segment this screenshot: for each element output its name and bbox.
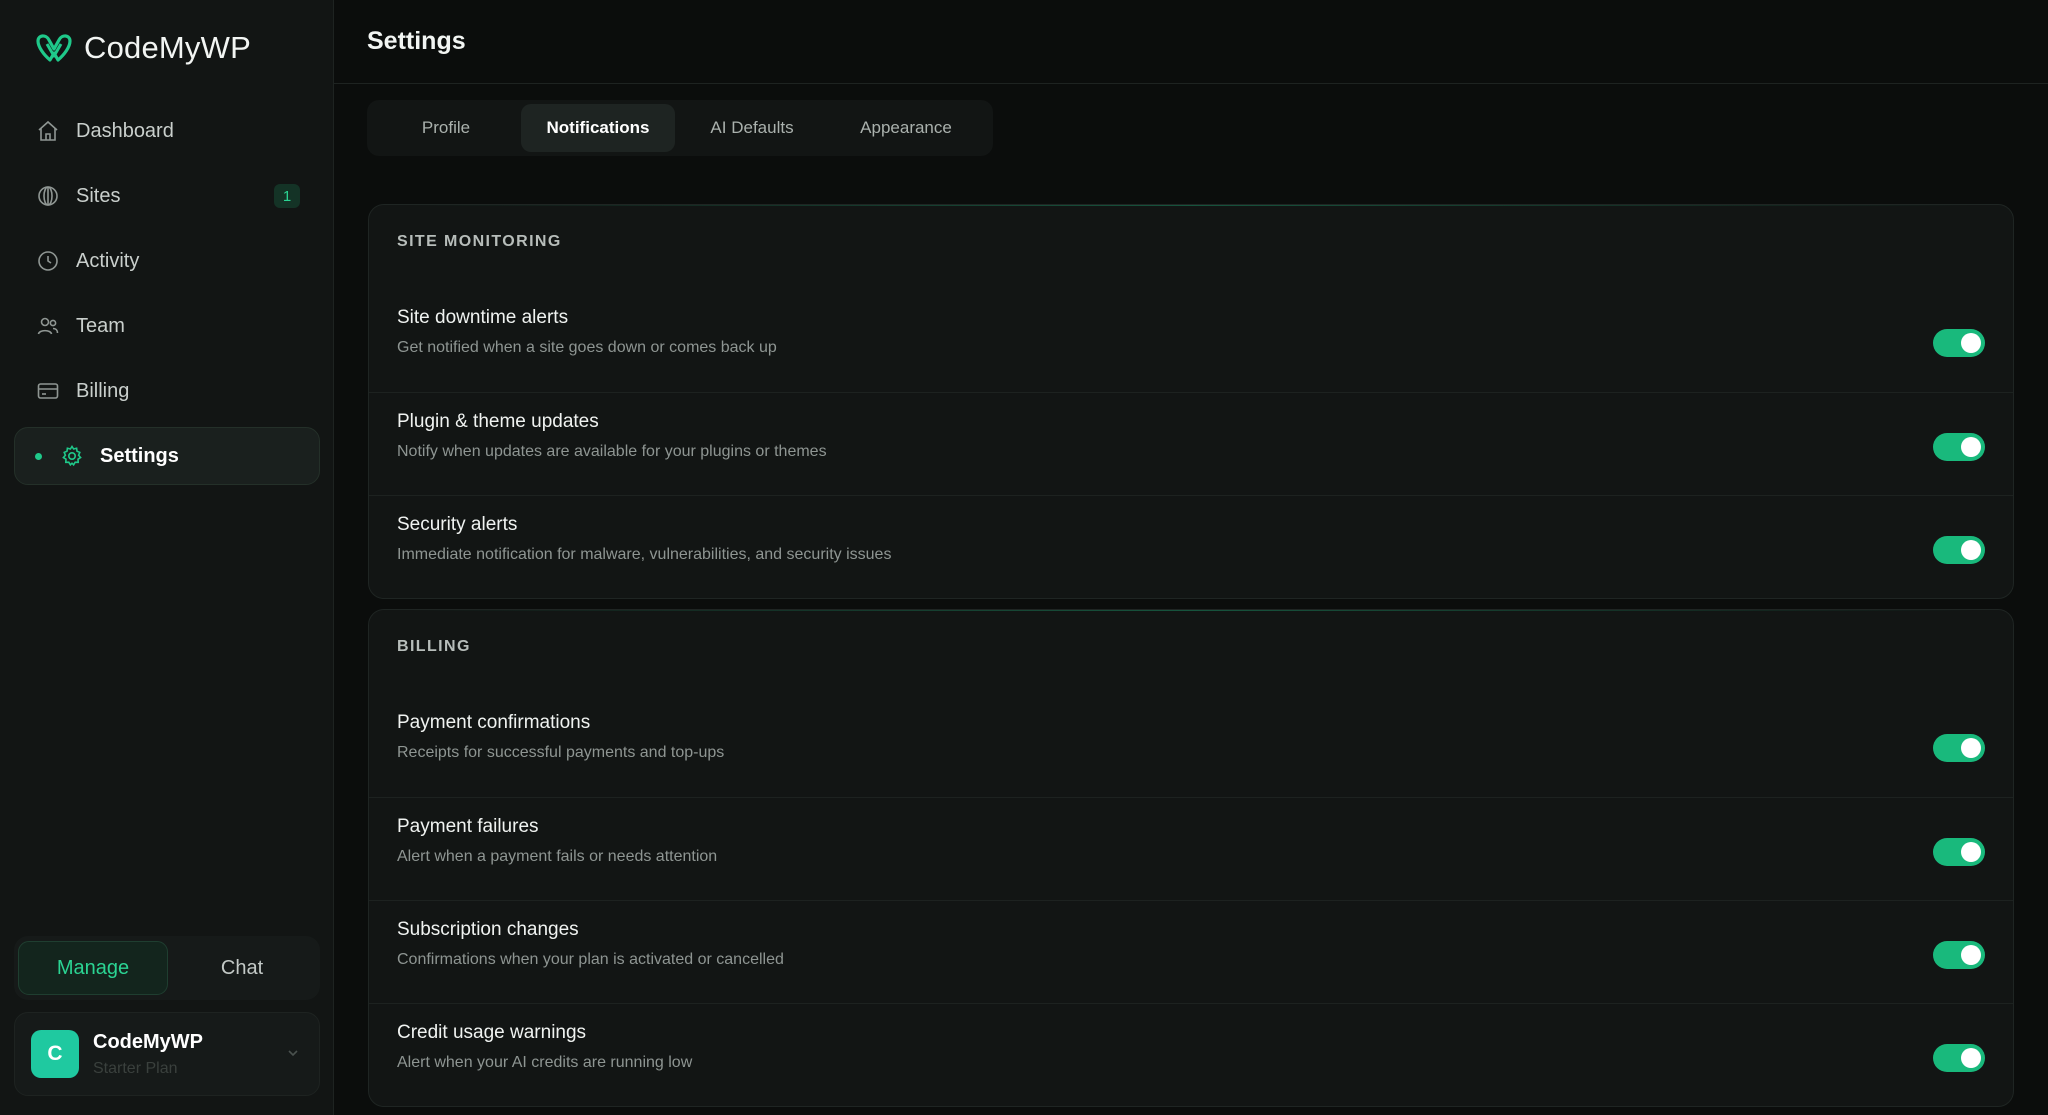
mode-switch: Manage Chat	[14, 936, 320, 1000]
section-title: BILLING	[397, 638, 471, 655]
avatar: C	[31, 1030, 79, 1078]
site-downtime-alerts-toggle[interactable]	[1933, 329, 1985, 357]
globe-icon	[36, 184, 60, 208]
setting-row: Plugin & theme updates Notify when updat…	[369, 392, 2013, 495]
toggle-knob	[1961, 842, 1981, 862]
toggle-knob	[1961, 437, 1981, 457]
subscription-changes-toggle[interactable]	[1933, 941, 1985, 969]
manage-mode-button[interactable]: Manage	[18, 941, 168, 995]
sidebar-item-label: Settings	[100, 444, 179, 467]
credit-card-icon	[36, 379, 60, 403]
page-title: Settings	[367, 27, 466, 55]
setting-title: Plugin & theme updates	[397, 411, 599, 432]
setting-description: Receipts for successful payments and top…	[397, 744, 725, 761]
settings-tabs: Profile Notifications AI Defaults Appear…	[367, 100, 993, 156]
toggle-knob	[1961, 333, 1981, 353]
chat-mode-button[interactable]: Chat	[168, 941, 316, 995]
toggle-knob	[1961, 1048, 1981, 1068]
setting-description: Notify when updates are available for yo…	[397, 443, 827, 460]
sidebar-item-sites[interactable]: Sites 1	[14, 167, 320, 225]
setting-description: Alert when a payment fails or needs atte…	[397, 848, 718, 865]
account-plan: Starter Plan	[93, 1059, 178, 1077]
setting-row: Credit usage warnings Alert when your AI…	[369, 1003, 2013, 1106]
billing-card: BILLING Payment confirmations Receipts f…	[368, 609, 2014, 1107]
credit-usage-warnings-toggle[interactable]	[1933, 1044, 1985, 1072]
sidebar-item-billing[interactable]: Billing	[14, 362, 320, 420]
setting-description: Get notified when a site goes down or co…	[397, 339, 777, 356]
chevron-down-icon[interactable]	[285, 1045, 301, 1061]
sidebar-nav: Dashboard Sites 1 Activity Team Billing …	[14, 102, 320, 492]
toggle-knob	[1961, 945, 1981, 965]
sidebar-item-label: Sites	[76, 184, 121, 207]
tab-ai-defaults[interactable]: AI Defaults	[675, 104, 829, 152]
payment-failures-toggle[interactable]	[1933, 838, 1985, 866]
tab-profile[interactable]: Profile	[371, 104, 521, 152]
sidebar: CodeMyWP Dashboard Sites 1 Activity Team…	[0, 0, 334, 1115]
sidebar-item-label: Activity	[76, 249, 140, 272]
setting-row: Payment confirmations Receipts for succe…	[369, 694, 2013, 797]
clock-icon	[36, 249, 60, 273]
sidebar-item-dashboard[interactable]: Dashboard	[14, 102, 320, 160]
section-title: SITE MONITORING	[397, 233, 562, 250]
toggle-knob	[1961, 738, 1981, 758]
main-content: Settings Profile Notifications AI Defaul…	[334, 0, 2048, 1115]
setting-row: Payment failures Alert when a payment fa…	[369, 797, 2013, 900]
gear-icon	[60, 444, 84, 468]
users-icon	[36, 314, 60, 338]
plugin-theme-updates-toggle[interactable]	[1933, 433, 1985, 461]
sites-count-badge: 1	[274, 184, 300, 208]
setting-title: Site downtime alerts	[397, 307, 569, 328]
account-info: CodeMyWP Starter Plan	[93, 1031, 203, 1078]
tab-notifications[interactable]: Notifications	[521, 104, 675, 152]
security-alerts-toggle[interactable]	[1933, 536, 1985, 564]
setting-title: Payment confirmations	[397, 712, 591, 733]
toggle-knob	[1961, 540, 1981, 560]
setting-title: Credit usage warnings	[397, 1022, 587, 1043]
home-icon	[36, 119, 60, 143]
setting-description: Immediate notification for malware, vuln…	[397, 546, 892, 563]
tab-appearance[interactable]: Appearance	[829, 104, 983, 152]
sidebar-item-team[interactable]: Team	[14, 297, 320, 355]
setting-row: Site downtime alerts Get notified when a…	[369, 289, 2013, 392]
brand-name: CodeMyWP	[84, 30, 251, 65]
sidebar-item-label: Billing	[76, 379, 130, 402]
site-monitoring-card: SITE MONITORING Site downtime alerts Get…	[368, 204, 2014, 599]
setting-description: Alert when your AI credits are running l…	[397, 1054, 693, 1071]
account-name: CodeMyWP	[93, 1030, 203, 1053]
setting-title: Subscription changes	[397, 919, 579, 940]
sidebar-item-settings[interactable]: Settings	[14, 427, 320, 485]
sidebar-item-label: Team	[76, 314, 125, 337]
setting-title: Security alerts	[397, 514, 518, 535]
active-indicator-dot	[35, 452, 42, 460]
payment-confirmations-toggle[interactable]	[1933, 734, 1985, 762]
setting-description: Confirmations when your plan is activate…	[397, 951, 784, 968]
sidebar-item-activity[interactable]: Activity	[14, 232, 320, 290]
setting-row: Security alerts Immediate notification f…	[369, 495, 2013, 598]
setting-row: Subscription changes Confirmations when …	[369, 900, 2013, 1003]
account-switcher[interactable]: C CodeMyWP Starter Plan	[14, 1012, 320, 1096]
sidebar-item-label: Dashboard	[76, 119, 174, 142]
brand[interactable]: CodeMyWP	[34, 30, 251, 66]
codemywp-logo-icon	[36, 34, 72, 62]
setting-title: Payment failures	[397, 816, 539, 837]
topbar: Settings	[334, 0, 2048, 84]
